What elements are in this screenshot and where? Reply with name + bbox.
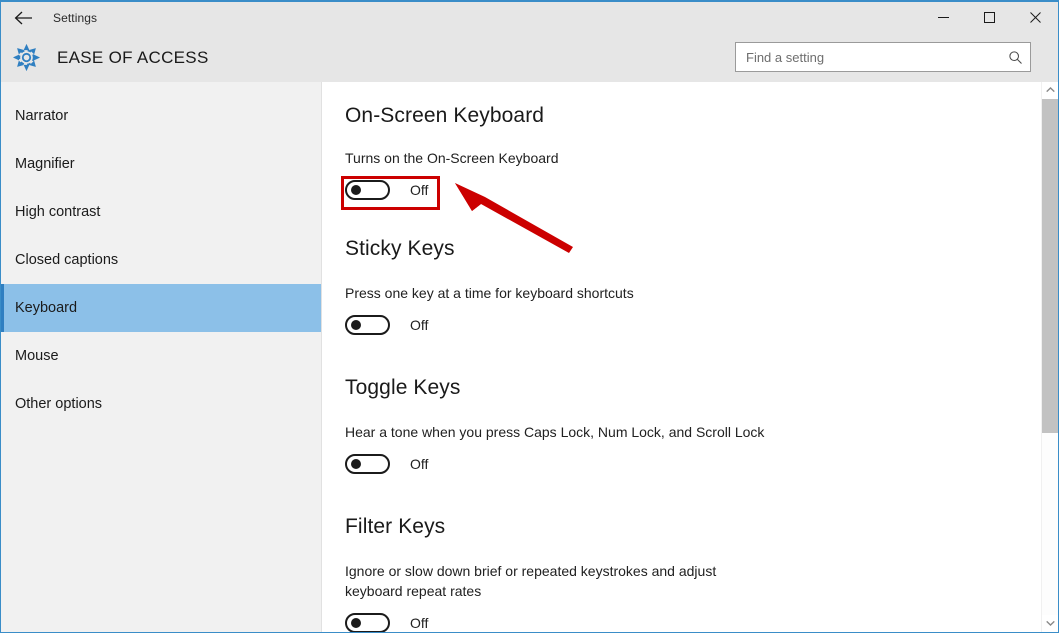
toggle-row: Off xyxy=(345,177,1041,203)
toggle-keys-toggle[interactable] xyxy=(345,454,390,474)
back-button[interactable] xyxy=(1,2,47,33)
section-title: On-Screen Keyboard xyxy=(345,104,545,127)
section-on-screen-keyboard: On-Screen Keyboard Turns on the On-Scree… xyxy=(345,104,1041,203)
back-arrow-icon xyxy=(14,11,34,25)
settings-window: Settings EASE OF ACCESS Find a setting N… xyxy=(0,0,1059,633)
section-title: Sticky Keys xyxy=(345,237,455,260)
sidebar-item-keyboard[interactable]: Keyboard xyxy=(1,284,321,332)
maximize-icon xyxy=(983,12,995,23)
gear-icon xyxy=(3,44,49,71)
chevron-up-icon xyxy=(1046,86,1055,95)
sidebar-item-label: Keyboard xyxy=(15,300,78,316)
toggle-knob xyxy=(351,185,361,195)
window-controls xyxy=(920,2,1058,33)
section-title: Filter Keys xyxy=(345,515,446,538)
section-description: Ignore or slow down brief or repeated ke… xyxy=(345,563,717,599)
minimize-button[interactable] xyxy=(920,2,966,33)
section-sticky-keys: Sticky Keys Press one key at a time for … xyxy=(345,237,1041,338)
title-bar: Settings xyxy=(1,2,1058,33)
toggle-state-label: Off xyxy=(410,317,429,333)
sidebar-item-label: Narrator xyxy=(15,108,69,124)
section-title: Toggle Keys xyxy=(345,376,461,399)
chevron-down-icon xyxy=(1046,620,1055,628)
sidebar-item-label: Closed captions xyxy=(15,252,119,268)
sidebar-item-closed-captions[interactable]: Closed captions xyxy=(1,236,321,284)
toggle-row: Off xyxy=(345,610,1041,632)
sidebar-item-label: Magnifier xyxy=(15,156,75,172)
maximize-button[interactable] xyxy=(966,2,1012,33)
toggle-knob xyxy=(351,459,361,469)
sidebar-nav: Narrator Magnifier High contrast Closed … xyxy=(1,82,322,632)
sidebar-item-label: Mouse xyxy=(15,348,59,364)
minimize-icon xyxy=(937,17,949,18)
toggle-row: Off xyxy=(345,451,1041,477)
page-title: EASE OF ACCESS xyxy=(57,47,209,67)
toggle-row: Off xyxy=(345,312,1041,338)
search-box[interactable] xyxy=(735,42,1031,72)
toggle-state-label: Off xyxy=(410,182,429,198)
section-filter-keys: Filter Keys Ignore or slow down brief or… xyxy=(345,515,1041,632)
content-scrollbar[interactable] xyxy=(1041,82,1058,632)
scrollbar-track[interactable] xyxy=(1042,99,1058,615)
toggle-knob xyxy=(351,618,361,628)
section-description: Press one key at a time for keyboard sho… xyxy=(345,285,634,301)
search-icon[interactable] xyxy=(1000,43,1030,71)
toggle-knob xyxy=(351,320,361,330)
settings-list: On-Screen Keyboard Turns on the On-Scree… xyxy=(322,82,1041,632)
app-title: Settings xyxy=(53,10,98,25)
sidebar-item-label: High contrast xyxy=(15,204,101,220)
sticky-keys-toggle[interactable] xyxy=(345,315,390,335)
scroll-down-button[interactable] xyxy=(1042,615,1058,632)
close-icon xyxy=(1029,12,1041,23)
sidebar-item-magnifier[interactable]: Magnifier xyxy=(1,140,321,188)
content-area: On-Screen Keyboard Turns on the On-Scree… xyxy=(322,82,1058,632)
filter-keys-toggle[interactable] xyxy=(345,613,390,632)
search-input[interactable] xyxy=(736,43,1000,71)
sidebar-item-label: Other options xyxy=(15,396,103,412)
toggle-state-label: Off xyxy=(410,615,429,631)
scrollbar-thumb[interactable] xyxy=(1042,99,1058,433)
section-description: Turns on the On-Screen Keyboard xyxy=(345,150,559,166)
body-area: Narrator Magnifier High contrast Closed … xyxy=(1,82,1058,632)
sidebar-item-other-options[interactable]: Other options xyxy=(1,380,321,428)
sidebar-item-mouse[interactable]: Mouse xyxy=(1,332,321,380)
sidebar-item-narrator[interactable]: Narrator xyxy=(1,92,321,140)
on-screen-keyboard-toggle[interactable] xyxy=(345,180,390,200)
scroll-up-button[interactable] xyxy=(1042,82,1058,99)
page-header: EASE OF ACCESS xyxy=(1,33,1058,82)
close-button[interactable] xyxy=(1012,2,1058,33)
section-description: Hear a tone when you press Caps Lock, Nu… xyxy=(345,424,765,440)
section-toggle-keys: Toggle Keys Hear a tone when you press C… xyxy=(345,376,1041,477)
toggle-state-label: Off xyxy=(410,456,429,472)
sidebar-item-high-contrast[interactable]: High contrast xyxy=(1,188,321,236)
